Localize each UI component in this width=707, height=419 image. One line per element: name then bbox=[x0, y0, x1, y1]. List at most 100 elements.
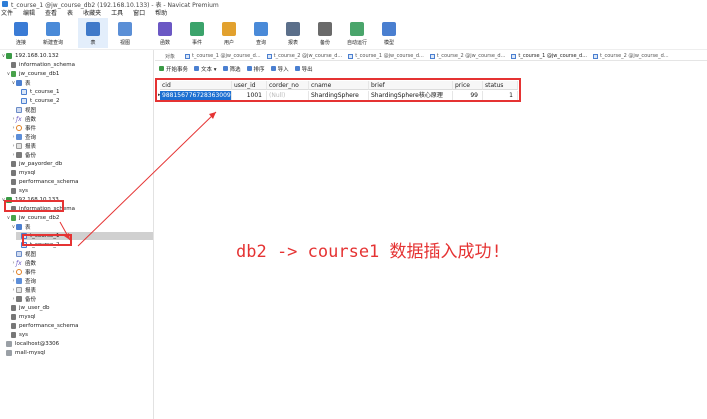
tab[interactable]: t_course_2 @jw_course_d... bbox=[429, 53, 505, 59]
tree-item[interactable]: information_schema bbox=[6, 61, 75, 69]
toolbar-button[interactable]: 自动运行 bbox=[342, 18, 372, 48]
view-icon bbox=[16, 251, 22, 257]
menu-item[interactable]: 表 bbox=[67, 8, 73, 17]
action-button[interactable]: 导出 bbox=[294, 65, 313, 73]
toolbar-button[interactable]: 模型 bbox=[374, 18, 404, 48]
tree-item[interactable]: › 事件 bbox=[11, 124, 36, 132]
tree-item-label: mysql bbox=[19, 170, 36, 176]
tree-item-label: t_course_1 bbox=[30, 89, 60, 95]
tree-item[interactable]: t_course_1 bbox=[16, 88, 60, 96]
tree-item-label: 查询 bbox=[25, 135, 37, 141]
tree-item[interactable]: › 查询 bbox=[11, 133, 36, 141]
table-folder-icon bbox=[16, 224, 22, 230]
tab[interactable]: t_course_1 @jw_course_d... bbox=[185, 53, 261, 59]
toolbar-button[interactable]: 新建查询 bbox=[38, 18, 68, 48]
menu-item[interactable]: 编辑 bbox=[23, 8, 35, 17]
tree-item[interactable]: localhost@3306 bbox=[1, 340, 59, 348]
toolbar-button[interactable]: 事件 bbox=[182, 18, 212, 48]
database-icon bbox=[11, 71, 16, 77]
success-annotation: db2 -> course1 数据插入成功! bbox=[236, 242, 502, 262]
tree-item-label: mall-mysql bbox=[15, 350, 46, 356]
tab-label: t_course_1 @jw_course_d... bbox=[355, 53, 424, 59]
tree-item[interactable]: › 备份 bbox=[11, 295, 36, 303]
tree-item-label: mysql bbox=[19, 314, 36, 320]
action-button[interactable]: 导入 bbox=[270, 65, 289, 73]
tree-item[interactable]: 视图 bbox=[11, 250, 36, 258]
toolbar-button-label: 新建查询 bbox=[42, 40, 63, 46]
table-icon bbox=[592, 53, 598, 59]
tree-item[interactable]: ∨ jw_course_db1 bbox=[6, 70, 59, 78]
tree-item[interactable]: sys bbox=[6, 331, 28, 339]
database-icon bbox=[11, 62, 16, 68]
tree-item[interactable]: › 备份 bbox=[11, 151, 36, 159]
tree-item-label: jw_user_db bbox=[19, 305, 50, 311]
tree-item[interactable]: › ƒx 函数 bbox=[11, 259, 37, 268]
tab-label: t_course_2 @jw_course_d... bbox=[273, 53, 343, 59]
menu-item[interactable]: 查看 bbox=[45, 8, 57, 17]
tree-item[interactable]: › 报表 bbox=[11, 142, 36, 150]
tree-item[interactable]: mall-mysql bbox=[1, 349, 45, 357]
toolbar-button-label: 报表 bbox=[287, 40, 298, 46]
toolbar-button-label: 表 bbox=[90, 40, 96, 46]
event-icon bbox=[16, 125, 22, 131]
action-button-label: 筛选 bbox=[229, 66, 241, 73]
action-button[interactable]: 排序 bbox=[246, 65, 265, 73]
tree-item[interactable]: performance_schema bbox=[6, 322, 78, 330]
toolbar-button[interactable]: 报表 bbox=[278, 18, 308, 48]
menu-item[interactable]: 工具 bbox=[111, 8, 123, 17]
menu-item[interactable]: 窗口 bbox=[133, 8, 145, 17]
tab-label: t_course_2 @jw_course_d... bbox=[599, 53, 669, 59]
tree-item[interactable]: ∨ 表 bbox=[11, 79, 31, 87]
tab[interactable]: t_course_1 @jw_course_d... bbox=[511, 53, 587, 59]
toolbar-button[interactable]: 函数 bbox=[150, 18, 180, 48]
tree-item[interactable]: sys bbox=[6, 187, 28, 195]
tree-item-label: 函数 bbox=[25, 261, 37, 267]
tab[interactable]: t_course_2 @jw_course_d... bbox=[592, 53, 669, 59]
toolbar-button[interactable]: 查询 bbox=[246, 18, 276, 48]
tab[interactable]: t_course_2 @jw_course_d... bbox=[266, 53, 343, 59]
title-bar: t_course_1 @jw_course_db2 (192.168.10.13… bbox=[0, 0, 707, 9]
main-panel: 对象 t_course_1 @jw_course_d... t_course_2 @… bbox=[155, 50, 707, 419]
database-icon bbox=[11, 332, 16, 338]
tree-item[interactable]: performance_schema bbox=[6, 178, 78, 186]
tree-item-label: performance_schema bbox=[19, 323, 79, 329]
tree-item[interactable]: jw_user_db bbox=[6, 304, 50, 312]
main-toolbar: 连接 新建查询 表 视图 函数 事件 用户 查询 报表 备份 自动运行 模型 bbox=[0, 18, 707, 50]
tree-item[interactable]: › ƒx 函数 bbox=[11, 115, 37, 124]
menu-item[interactable]: 帮助 bbox=[155, 8, 167, 17]
tree-item[interactable]: › 报表 bbox=[11, 286, 36, 294]
table-icon bbox=[21, 98, 27, 104]
tree-item-label: jw_course_db2 bbox=[19, 215, 60, 221]
tree-item-label: 表 bbox=[25, 81, 31, 87]
tab[interactable]: 对象 bbox=[165, 53, 175, 60]
toolbar-button[interactable]: 视图 bbox=[110, 18, 140, 48]
tree-item[interactable]: mysql bbox=[6, 169, 36, 177]
menu-item[interactable]: 文件 bbox=[1, 8, 13, 17]
toolbar-button[interactable]: 表 bbox=[78, 18, 108, 48]
tree-item[interactable]: › 事件 bbox=[11, 268, 36, 276]
tree-item[interactable]: › 查询 bbox=[11, 277, 36, 285]
tree-item[interactable]: jw_payorder_db bbox=[6, 160, 62, 168]
tree-item[interactable]: ∨ jw_course_db2 bbox=[6, 214, 59, 222]
action-button[interactable]: 文本 ▾ bbox=[194, 65, 217, 73]
menu-item[interactable]: 收藏夹 bbox=[83, 8, 101, 17]
action-button[interactable]: 筛选 bbox=[222, 65, 241, 73]
tab-label: 对象 bbox=[165, 53, 176, 60]
toolbar-button[interactable]: 连接 bbox=[6, 18, 36, 48]
tree-item-label: 视图 bbox=[25, 252, 37, 258]
tree-item[interactable]: mysql bbox=[6, 313, 36, 321]
table-icon bbox=[348, 53, 354, 59]
table-icon bbox=[429, 53, 435, 59]
tree-item[interactable]: t_course_2 bbox=[16, 97, 60, 105]
sort-icon bbox=[246, 66, 252, 71]
tab[interactable]: t_course_1 @jw_course_d... bbox=[348, 53, 424, 59]
action-button[interactable]: 开始事务 bbox=[159, 65, 188, 73]
toolbar-button[interactable]: 备份 bbox=[310, 18, 340, 48]
tree-item[interactable]: 视图 bbox=[11, 106, 36, 114]
tree-item[interactable]: ∨ 192.168.10.132 bbox=[1, 52, 59, 60]
view-icon bbox=[16, 107, 22, 113]
tree-item[interactable]: ∨ 表 bbox=[11, 223, 31, 231]
toolbar-button[interactable]: 用户 bbox=[214, 18, 244, 48]
event-icon bbox=[190, 22, 204, 36]
model-icon bbox=[382, 22, 396, 36]
